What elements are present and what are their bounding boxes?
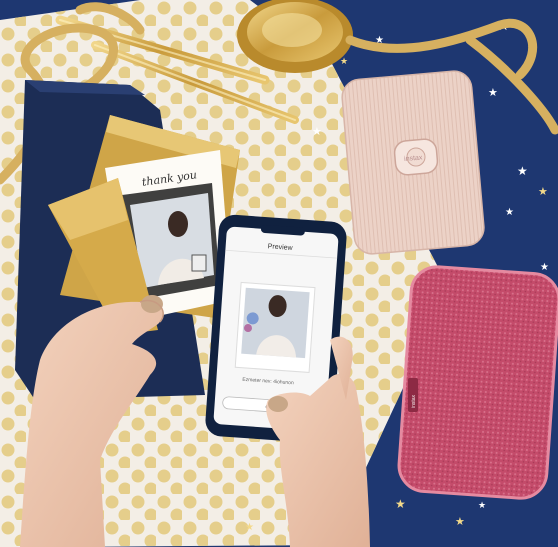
svg-text:★: ★	[312, 125, 322, 138]
svg-text:★: ★	[340, 57, 348, 67]
gold-bowl	[237, 0, 353, 73]
svg-text:★: ★	[478, 501, 486, 511]
svg-text:★: ★	[245, 522, 254, 533]
svg-text:★: ★	[455, 515, 465, 528]
case-tag-text: instax	[411, 394, 417, 408]
svg-text:★: ★	[395, 497, 406, 511]
svg-text:★: ★	[517, 164, 528, 178]
svg-text:★: ★	[488, 86, 498, 99]
svg-text:★: ★	[540, 262, 549, 273]
instax-mini-link-printer: instax	[341, 70, 485, 255]
pink-printer-case: instax	[397, 265, 558, 500]
svg-text:★: ★	[505, 207, 514, 218]
product-photo: ★ ★ ★ ★ ★ ★ ★ ★ ★ ★ ★ ★ ★ ★ ★ ★ ★	[0, 0, 558, 547]
svg-text:★: ★	[538, 185, 548, 198]
